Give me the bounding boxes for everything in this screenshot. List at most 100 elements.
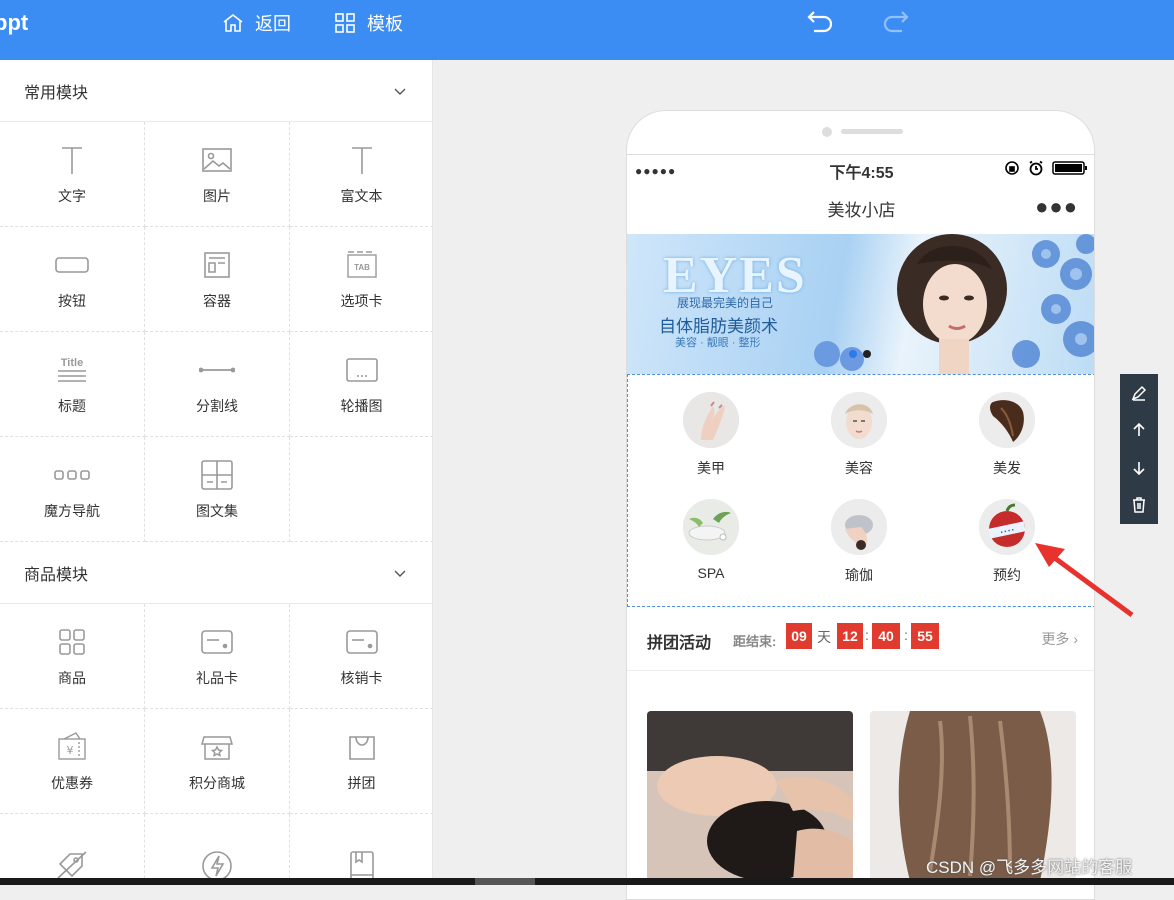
editor-canvas: ●●●●● 下午4:55 美妆小店 ●●● EYES 展现最完美的自己 自体脂肪… — [434, 60, 1174, 900]
container-icon — [204, 252, 230, 278]
module-flash-sale[interactable] — [145, 814, 290, 885]
chevron-down-icon — [394, 88, 406, 95]
move-down-icon[interactable] — [1130, 459, 1148, 477]
module-label: 分割线 — [196, 398, 238, 414]
home-icon — [223, 13, 243, 32]
module-title[interactable]: Title 标题 — [0, 332, 145, 437]
move-up-icon[interactable] — [1130, 421, 1148, 439]
module-label: 选项卡 — [340, 293, 383, 309]
category-item[interactable]: 美发 — [947, 392, 1067, 478]
carousel-indicator[interactable] — [849, 350, 871, 358]
template-label: 模板 — [367, 14, 403, 34]
template-button[interactable]: 模板 — [333, 10, 403, 36]
module-label: 容器 — [203, 293, 231, 309]
module-tab[interactable]: TAB 选项卡 — [290, 227, 432, 332]
yoga-icon — [831, 499, 887, 555]
module-label: 积分商城 — [189, 775, 245, 791]
svg-text:Title: Title — [61, 357, 83, 369]
group-buy-more-link[interactable]: 更多 › — [1041, 629, 1078, 649]
nail-icon — [683, 392, 739, 448]
module-product[interactable]: 商品 — [0, 604, 145, 709]
module-image[interactable]: 图片 — [145, 122, 290, 227]
title-icon: Title — [58, 357, 86, 382]
delete-icon[interactable] — [1130, 496, 1148, 514]
tab-icon: TAB — [346, 251, 377, 278]
module-book[interactable] — [290, 814, 432, 885]
module-discount[interactable] — [0, 814, 145, 885]
module-label: 按钮 — [58, 293, 86, 309]
module-points-store[interactable]: 积分商城 — [145, 709, 290, 814]
category-label: SPA — [697, 565, 725, 581]
banner-carousel[interactable]: EYES 展现最完美的自己 自体脂肪美颜术 美容 · 靓眼 · 整形 — [627, 234, 1094, 374]
category-item[interactable]: 美甲 — [651, 392, 771, 478]
module-divider[interactable]: 分割线 — [145, 332, 290, 437]
button-icon — [55, 257, 89, 273]
text-icon — [62, 147, 82, 174]
module-label: 商品 — [58, 670, 86, 686]
cube-nav-icon — [54, 470, 90, 480]
empty-cell — [290, 437, 432, 542]
back-button[interactable]: 返回 — [221, 10, 291, 36]
group-buy-icon — [348, 736, 375, 760]
group-buy-section: 拼团活动 距结束: 09 天 12 : 40 : 55 更多 › — [627, 607, 1094, 671]
app-brand: ppt — [0, 10, 29, 35]
top-bar: ppt 返回 模板 — [0, 0, 1174, 60]
countdown-days: 09 — [786, 623, 812, 649]
grid-icon — [335, 13, 355, 33]
coupon-icon: ¥ — [58, 732, 86, 760]
shop-title: 美妆小店 — [827, 201, 896, 220]
image-icon — [202, 148, 232, 172]
goods-modules-header[interactable]: 商品模块 — [0, 542, 432, 604]
edit-icon[interactable] — [1130, 384, 1148, 402]
module-gallery[interactable]: 图文集 — [145, 437, 290, 542]
module-rich-text[interactable]: 富文本 — [290, 122, 432, 227]
module-label: 图文集 — [196, 503, 238, 519]
category-item[interactable]: 瑜伽 — [799, 499, 919, 585]
phone-nav-bar: 美妆小店 ●●● — [627, 182, 1094, 234]
countdown-seconds: 55 — [911, 623, 939, 649]
product-icon — [59, 629, 85, 655]
banner-line1: 展现最完美的自己 — [677, 296, 774, 310]
divider-icon — [199, 367, 235, 373]
module-gift-card[interactable]: 礼品卡 — [145, 604, 290, 709]
massage-photo — [647, 711, 853, 881]
redo-icon[interactable] — [880, 8, 910, 36]
chevron-right-icon: › — [1073, 631, 1078, 647]
product-image-massage[interactable] — [647, 711, 853, 881]
category-label: 美容 — [845, 460, 873, 476]
undo-icon[interactable] — [806, 8, 836, 36]
module-label: 文字 — [58, 188, 86, 204]
more-menu-icon[interactable]: ●●● — [1035, 194, 1078, 220]
chevron-down-icon — [394, 570, 406, 577]
category-item[interactable]: 美容 — [799, 392, 919, 478]
rotation-lock-icon — [1005, 161, 1019, 175]
module-cube-nav[interactable]: 魔方导航 — [0, 437, 145, 542]
category-item[interactable]: SPA — [651, 499, 771, 581]
module-coupon[interactable]: ¥ 优惠券 — [0, 709, 145, 814]
module-button[interactable]: 按钮 — [0, 227, 145, 332]
common-modules-title: 常用模块 — [24, 84, 89, 102]
countdown-colon: : — [865, 627, 869, 643]
common-modules-header[interactable]: 常用模块 — [0, 60, 432, 122]
module-text[interactable]: 文字 — [0, 122, 145, 227]
module-redeem-card[interactable]: 核销卡 — [290, 604, 432, 709]
group-buy-title: 拼团活动 — [647, 635, 712, 652]
module-group-buy[interactable]: 拼团 — [290, 709, 432, 814]
module-label: 富文本 — [340, 188, 383, 204]
gift-card-icon — [201, 630, 233, 654]
phone-preview: ●●●●● 下午4:55 美妆小店 ●●● EYES 展现最完美的自己 自体脂肪… — [626, 110, 1095, 900]
camera-dot — [822, 127, 832, 137]
module-label: 核销卡 — [340, 670, 383, 686]
common-modules-grid: 文字 图片 富文本 按钮 容器 TAB 选项卡 Title 标题 分割线 轮播图… — [0, 122, 432, 542]
alarm-icon — [1029, 160, 1043, 176]
countdown-colon: : — [904, 627, 908, 643]
banner-line3: 美容 · 靓眼 · 整形 — [675, 337, 761, 349]
module-container[interactable]: 容器 — [145, 227, 290, 332]
category-label: 瑜伽 — [845, 567, 873, 583]
watermark: CSDN @飞多多网站的客服 — [926, 858, 1133, 877]
module-label: 礼品卡 — [196, 670, 238, 686]
module-carousel[interactable]: 轮播图 — [290, 332, 432, 437]
carousel-icon — [345, 358, 378, 382]
module-toolbar — [1120, 374, 1158, 524]
category-nav-module[interactable]: 美甲 美容 美发 SPA 瑜伽 • • • • 预约 — [627, 374, 1094, 607]
